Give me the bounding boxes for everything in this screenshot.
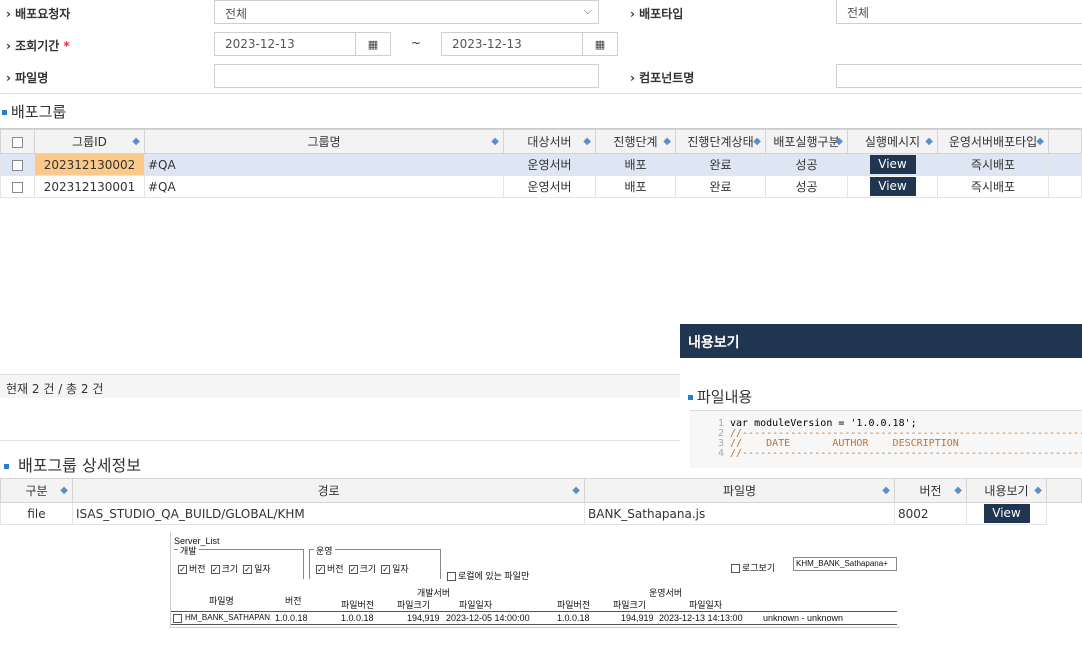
chevron-down-icon: ⌵ [583, 4, 592, 17]
col-header[interactable]: 파일명 ◆ [584, 478, 895, 503]
view-button[interactable]: View [983, 504, 1030, 523]
file-name-input[interactable] [214, 64, 599, 88]
col-header [1048, 129, 1082, 154]
date-separator: ~ [411, 36, 422, 50]
header-version: 버전 [285, 596, 302, 606]
server-list-panel: Server_List 개발 ✓ 버전 ✓ 크기 ✓ 일자 운영 ✓ 버전 ✓ 크기 ✓ 일… [170, 532, 900, 628]
step-status: 완료 [675, 175, 766, 198]
group-id: 202312130002 [34, 153, 145, 176]
file-content-title: 파일내용 [688, 386, 752, 407]
select-all-checkbox[interactable] [0, 129, 35, 154]
content-view-popup: 내용보기 파일내용 1 var moduleVersion = '1.0.0.18… [680, 324, 1082, 468]
table-row[interactable]: file ISAS_STUDIO_QA_BUILD/GLOBAL/KHM BAN… [0, 502, 1082, 525]
dev-group: 개발 ✓ 버전 ✓ 크기 ✓ 일자 [174, 544, 304, 579]
calendar-icon[interactable]: ▦ [582, 32, 618, 56]
detail-section-title: 배포그룹 상세정보 [4, 452, 141, 476]
col-header[interactable]: 내용보기 ◆ [966, 478, 1047, 503]
date-to-input[interactable]: 2023-12-13 [441, 32, 584, 56]
view-cell: View [966, 502, 1047, 525]
divider [0, 440, 690, 441]
step-status: 완료 [675, 153, 766, 176]
header-fver: 파일버전 [557, 600, 591, 610]
step: 배포 [595, 175, 676, 198]
kind: file [0, 502, 73, 525]
file-name: BANK_Sathapana.js [584, 502, 895, 525]
server-list-row[interactable]: HM_BANK_SATHAPAN 1.0.0.18 1.0.0.18 194,9… [171, 611, 897, 625]
view-button[interactable]: View [869, 177, 916, 196]
group-name: #QA [144, 153, 504, 176]
component-input[interactable] [836, 64, 1082, 88]
step: 배포 [595, 153, 676, 176]
header-fsize: 파일크기 [397, 600, 431, 610]
search-panel: › 배포요청자 전체 ⌵ › 배포타입 전체 › 조회기간 * 2023-12-1… [0, 0, 1082, 94]
requester-label: › 배포요청자 [6, 7, 71, 21]
col-header[interactable]: 버전 ◆ [894, 478, 967, 503]
log-input[interactable]: KHM_BANK_Sathapana+ [793, 557, 897, 571]
header-fsize: 파일크기 [613, 600, 647, 610]
period-label: › 조회기간 * [6, 39, 70, 53]
target-server: 운영서버 [503, 153, 596, 176]
header-file: 파일명 [209, 596, 234, 606]
local-only-checkbox[interactable]: 로컬에 있는 파일만 [447, 569, 529, 582]
date-from-input[interactable]: 2023-12-13 [214, 32, 357, 56]
code-viewer[interactable]: 1 var moduleVersion = '1.0.0.18'; 2//----… [690, 410, 1082, 468]
calendar-icon[interactable]: ▦ [355, 32, 391, 56]
path: ISAS_STUDIO_QA_BUILD/GLOBAL/KHM [72, 502, 585, 525]
deploy-type-select[interactable]: 전체 [836, 0, 1082, 24]
header-fdate: 파일일자 [689, 600, 723, 610]
group-name: #QA [144, 175, 504, 198]
col-header[interactable]: 운영서버배포타입 ◆ [937, 129, 1049, 154]
grid-footer: 현재 2 건 / 총 2 건 [0, 374, 690, 398]
deploy-type: 즉시배포 [937, 153, 1049, 176]
col-header[interactable]: 그룹명 ◆ [144, 129, 504, 154]
col-header[interactable]: 구분 ◆ [0, 478, 73, 503]
op-group: 운영 ✓ 버전 ✓ 크기 ✓ 일자 [309, 544, 441, 579]
detail-grid: 구분 ◆ 경로 ◆ 파일명 ◆ 버전 ◆ 내용보기 ◆ file ISAS_STUDIO_… [0, 478, 1082, 525]
header-fdate: 파일일자 [459, 600, 493, 610]
col-header[interactable]: 배포실행구분 ◆ [765, 129, 848, 154]
group-id: 202312130001 [34, 175, 145, 198]
view-cell: View [847, 153, 938, 176]
log-view-checkbox[interactable]: 로그보기 [731, 561, 775, 574]
col-header[interactable]: 그룹ID ◆ [34, 129, 145, 154]
view-button[interactable]: View [869, 155, 916, 174]
col-header[interactable]: 진행단계 ◆ [595, 129, 676, 154]
target-server: 운영서버 [503, 175, 596, 198]
group-section-title: 배포그룹 [2, 101, 66, 122]
col-header[interactable]: 대상서버 ◆ [503, 129, 596, 154]
requester-select[interactable]: 전체 ⌵ [214, 0, 599, 24]
table-row[interactable]: 202312130002 #QA 운영서버 배포 완료 성공 View 즉시배포 [0, 153, 1082, 176]
file-name-label: › 파일명 [6, 71, 49, 85]
deploy-type-label: › 배포타입 [630, 7, 684, 21]
row-checkbox[interactable] [0, 175, 35, 198]
view-cell: View [847, 175, 938, 198]
header-op: 운영서버 [649, 588, 683, 598]
component-label: › 컴포넌트명 [630, 71, 695, 85]
deploy-type: 즉시배포 [937, 175, 1049, 198]
col-header [1046, 478, 1082, 503]
table-row[interactable]: 202312130001 #QA 운영서버 배포 완료 성공 View 즉시배포 [0, 175, 1082, 198]
col-header[interactable]: 진행단계상태 ◆ [675, 129, 766, 154]
divider [0, 93, 1082, 94]
version: 8002 [894, 502, 967, 525]
run-result: 성공 [765, 153, 848, 176]
row-checkbox[interactable] [0, 153, 35, 176]
col-header[interactable]: 경로 ◆ [72, 478, 585, 503]
col-header[interactable]: 실행메시지 ◆ [847, 129, 938, 154]
header-fver: 파일버전 [341, 600, 375, 610]
popup-title: 내용보기 [680, 324, 1082, 358]
run-result: 성공 [765, 175, 848, 198]
